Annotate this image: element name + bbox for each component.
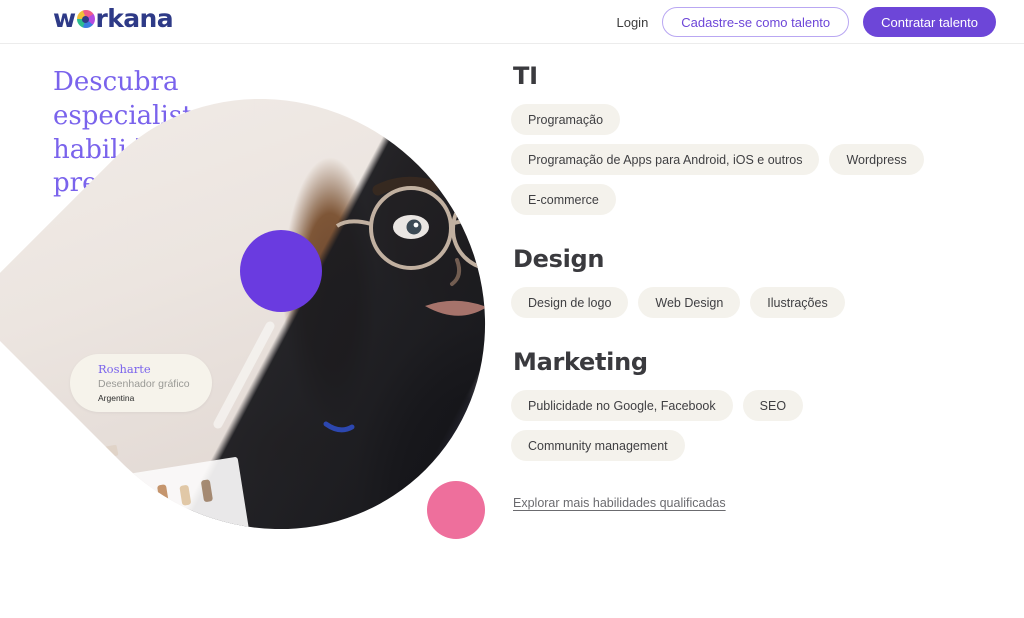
hero-left-panel: Descubra especialistas com as habilidade… <box>0 13 570 614</box>
decor-circle-pink <box>427 481 485 539</box>
section-title-ti: TI <box>513 62 538 90</box>
decor-circle-purple <box>240 230 322 312</box>
skill-row: Design de logo Web Design Ilustrações <box>511 287 1011 318</box>
skill-pill-seo[interactable]: SEO <box>742 390 804 421</box>
freelancer-profile-card[interactable]: Rosharte Desenhador gráfico Argentina <box>70 354 212 412</box>
skill-pill-ilustracoes[interactable]: Ilustrações <box>750 287 845 318</box>
skill-row: Publicidade no Google, Facebook SEO <box>511 390 1011 421</box>
skill-row: Community management <box>511 430 1011 461</box>
section-title-design: Design <box>513 245 605 273</box>
workana-logo[interactable]: w rkana <box>53 4 174 33</box>
skill-pill-programacao[interactable]: Programação <box>511 104 621 135</box>
workana-logo-mark-icon <box>76 10 95 28</box>
signup-talent-button[interactable]: Cadastre-se como talento <box>662 7 850 37</box>
skill-pill-community-management[interactable]: Community management <box>511 430 685 461</box>
skill-pill-web-design[interactable]: Web Design <box>638 287 741 318</box>
login-link[interactable]: Login <box>616 15 648 30</box>
skill-row: E-commerce <box>511 184 1011 215</box>
site-header: w rkana Login Cadastre-se como talento C… <box>0 0 1024 44</box>
skill-pill-publicidade[interactable]: Publicidade no Google, Facebook <box>511 390 733 421</box>
logo-text-pre: w <box>53 4 76 33</box>
skill-pill-wordpress[interactable]: Wordpress <box>829 144 924 175</box>
skills-panel: TI Programação Programação de Apps para … <box>511 44 1011 548</box>
profile-name: Rosharte <box>98 362 151 376</box>
header-nav: Login Cadastre-se como talento Contratar… <box>616 0 996 44</box>
explore-more-skills-link[interactable]: Explorar mais habilidades qualificadas <box>513 496 726 510</box>
profile-country: Argentina <box>98 393 135 404</box>
skill-pill-apps[interactable]: Programação de Apps para Android, iOS e … <box>511 144 820 175</box>
skill-row: Programação <box>511 104 1011 135</box>
skill-pill-ecommerce[interactable]: E-commerce <box>511 184 616 215</box>
profile-role: Desenhador gráfico <box>98 377 190 390</box>
hire-talent-button[interactable]: Contratar talento <box>863 7 996 37</box>
logo-text-post: rkana <box>95 4 174 33</box>
section-title-marketing: Marketing <box>513 348 648 376</box>
skill-row: Programação de Apps para Android, iOS e … <box>511 144 1011 175</box>
